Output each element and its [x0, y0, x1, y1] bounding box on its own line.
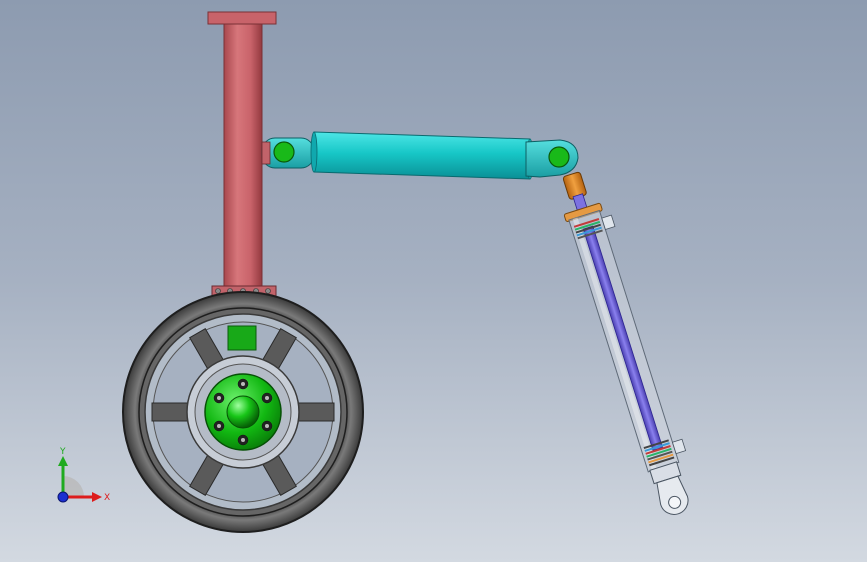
triad-z-axis	[57, 491, 69, 503]
reference-triad: Y X	[57, 447, 110, 503]
graphics-viewport[interactable]: Y X	[0, 0, 867, 562]
axle-fork[interactable]	[227, 325, 257, 351]
drag-brace-assembly[interactable]	[261, 131, 579, 180]
shock-absorber-piston-rod[interactable]	[582, 225, 664, 451]
strut-column[interactable]	[223, 23, 263, 291]
cylinder-highlight	[572, 217, 657, 471]
pivot-pin-left[interactable]	[273, 141, 295, 163]
cad-model-scene[interactable]: Y X	[0, 0, 867, 562]
triad-x-label: X	[104, 493, 110, 503]
drag-brace-actuator[interactable]	[313, 131, 531, 180]
actuator-end-cap-left	[310, 131, 318, 173]
triad-y-label: Y	[59, 447, 66, 457]
triad-x-arrow	[92, 492, 102, 502]
hub-cap[interactable]	[226, 395, 260, 429]
wheel-assembly[interactable]	[122, 291, 364, 533]
shock-absorber-assembly[interactable]	[553, 166, 703, 519]
pivot-pin-right[interactable]	[548, 146, 570, 168]
triad-y-arrow	[58, 456, 68, 466]
strut-top-flange[interactable]	[207, 11, 277, 25]
left-brace-clevis-block	[261, 141, 271, 165]
